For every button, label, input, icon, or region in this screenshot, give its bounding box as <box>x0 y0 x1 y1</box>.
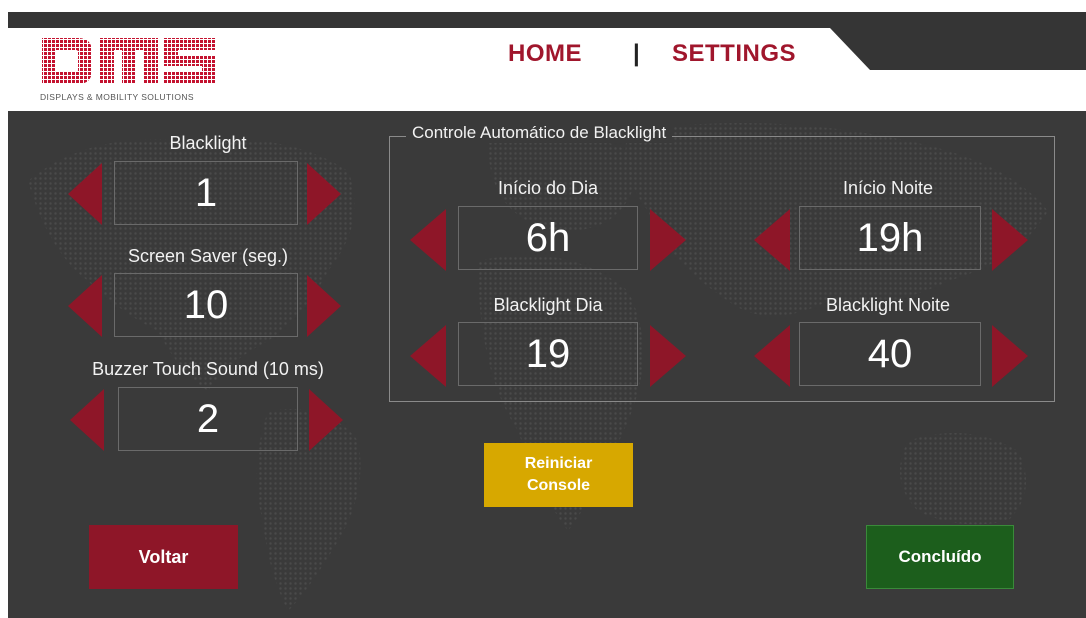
auto-control-title: Controle Automático de Blacklight <box>406 123 673 143</box>
inicio-dia-label: Início do Dia <box>497 178 599 198</box>
inicio-dia-value: 6h <box>458 206 638 270</box>
blacklight-label: Blacklight <box>169 133 247 153</box>
screen-saver-value: 10 <box>114 273 298 337</box>
screen-saver-decrement-button[interactable] <box>68 275 102 337</box>
dms-logo-mark <box>42 38 216 84</box>
blacklight-dia-value: 19 <box>458 322 638 386</box>
top-strip <box>8 12 1086 28</box>
settings-panel: Blacklight 1 Screen Saver (seg.) 10 Buzz… <box>8 111 1086 618</box>
header-decoration <box>830 28 1086 70</box>
dms-logo: DISPLAYS & MOBILITY SOLUTIONS <box>40 36 225 106</box>
blacklight-value: 1 <box>114 161 298 225</box>
inicio-noite-label: Início Noite <box>842 178 934 198</box>
nav-home[interactable]: HOME <box>508 40 582 68</box>
blacklight-dia-label: Blacklight Dia <box>493 295 603 315</box>
screen-saver-label: Screen Saver (seg.) <box>127 246 289 266</box>
voltar-button[interactable]: Voltar <box>89 525 238 589</box>
blacklight-dia-increment-button[interactable] <box>650 325 686 387</box>
reiniciar-console-button[interactable]: Reiniciar Console <box>484 443 633 507</box>
inicio-noite-value: 19h <box>799 206 981 270</box>
blacklight-noite-decrement-button[interactable] <box>754 325 790 387</box>
inicio-noite-decrement-button[interactable] <box>754 209 790 271</box>
reiniciar-label-line1: Reiniciar <box>524 455 593 472</box>
buzzer-value: 2 <box>118 387 298 451</box>
buzzer-label: Buzzer Touch Sound (10 ms) <box>92 359 324 379</box>
buzzer-increment-button[interactable] <box>309 389 343 451</box>
screen-saver-increment-button[interactable] <box>307 275 341 337</box>
concluido-button[interactable]: Concluído <box>866 525 1014 589</box>
inicio-dia-increment-button[interactable] <box>650 209 686 271</box>
blacklight-noite-value: 40 <box>799 322 981 386</box>
blacklight-dia-decrement-button[interactable] <box>410 325 446 387</box>
reiniciar-label-line2: Console <box>526 477 591 494</box>
blacklight-noite-label: Blacklight Noite <box>825 295 951 315</box>
logo-subtitle: DISPLAYS & MOBILITY SOLUTIONS <box>40 92 194 102</box>
buzzer-decrement-button[interactable] <box>70 389 104 451</box>
nav-separator: | <box>633 40 640 67</box>
inicio-dia-decrement-button[interactable] <box>410 209 446 271</box>
nav-settings[interactable]: SETTINGS <box>672 40 796 68</box>
inicio-noite-increment-button[interactable] <box>992 209 1028 271</box>
blacklight-increment-button[interactable] <box>307 163 341 225</box>
blacklight-decrement-button[interactable] <box>68 163 102 225</box>
blacklight-noite-increment-button[interactable] <box>992 325 1028 387</box>
